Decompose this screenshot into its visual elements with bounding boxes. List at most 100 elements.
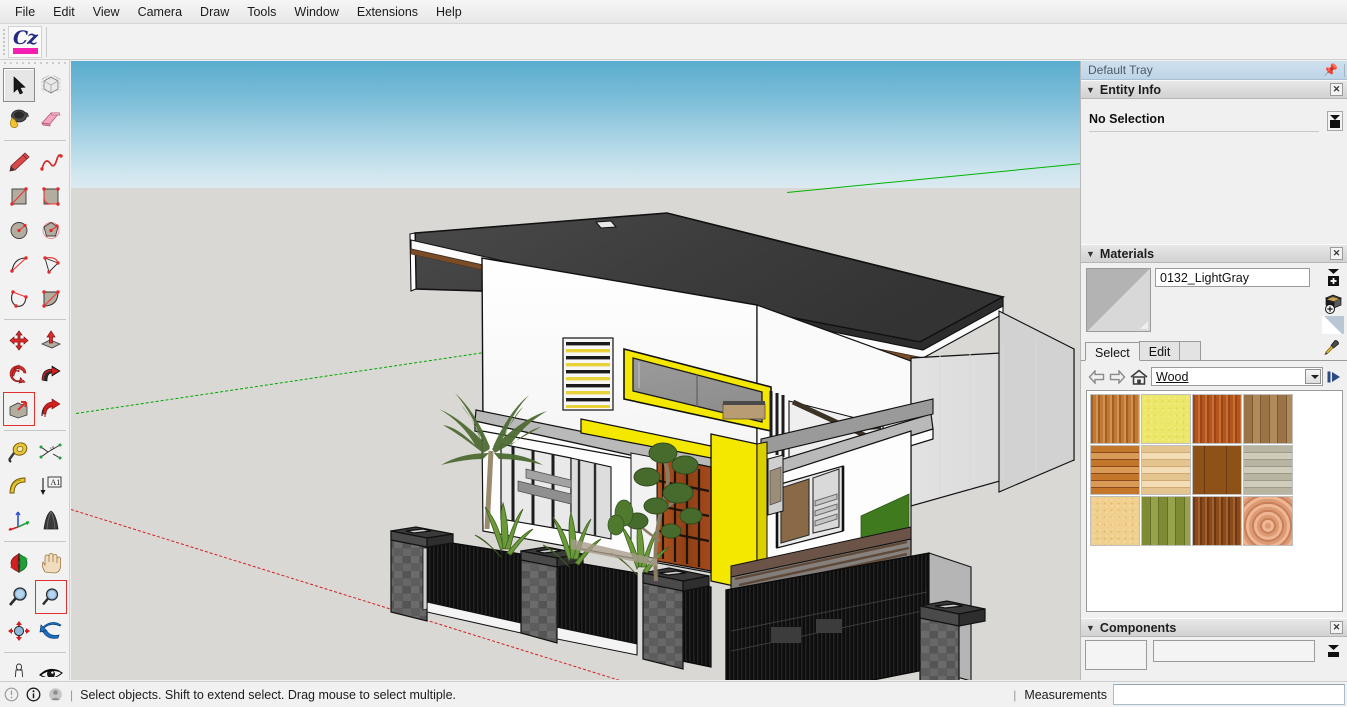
- material-swatch-area[interactable]: [1086, 390, 1343, 612]
- previous-view-tool[interactable]: [35, 614, 67, 648]
- circle-tool[interactable]: [3, 213, 35, 247]
- menu-window[interactable]: Window: [285, 2, 347, 22]
- menu-file[interactable]: File: [6, 2, 44, 22]
- measurements-input[interactable]: [1113, 684, 1345, 705]
- toolbar-separator-4: [3, 537, 67, 546]
- tab-select[interactable]: Select: [1085, 342, 1140, 361]
- extension-logo-button[interactable]: Cz: [8, 26, 42, 58]
- make-component-tool[interactable]: [35, 68, 67, 102]
- select-tool[interactable]: [3, 68, 35, 102]
- material-swatch[interactable]: [1141, 445, 1191, 495]
- line-tool[interactable]: [3, 145, 35, 179]
- eraser-tool[interactable]: [35, 102, 67, 136]
- material-swatch[interactable]: [1243, 394, 1293, 444]
- account-icon[interactable]: [44, 687, 66, 702]
- menu-view[interactable]: View: [84, 2, 129, 22]
- tab-edit[interactable]: Edit: [1138, 341, 1181, 360]
- menu-help[interactable]: Help: [427, 2, 471, 22]
- entity-info-header[interactable]: ▼ Entity Info ✕: [1081, 80, 1347, 99]
- display-secondary-swatch[interactable]: [1322, 316, 1344, 334]
- eraser-icon: [41, 112, 61, 127]
- eyedropper-icon[interactable]: [1324, 339, 1340, 358]
- left-toolbar-grip[interactable]: [0, 60, 70, 67]
- components-close-icon[interactable]: ✕: [1330, 621, 1343, 634]
- rotate-icon: [9, 364, 27, 384]
- components-body: [1081, 637, 1347, 670]
- arrow-left-icon[interactable]: [1086, 367, 1107, 387]
- axes-tool[interactable]: [3, 503, 35, 537]
- freehand-tool[interactable]: [35, 145, 67, 179]
- previous-view-icon: [39, 622, 62, 639]
- material-swatch[interactable]: [1192, 394, 1242, 444]
- rotated-rectangle-tool[interactable]: [35, 179, 67, 213]
- text-tool[interactable]: A1: [35, 469, 67, 503]
- materials-close-icon[interactable]: ✕: [1330, 247, 1343, 260]
- material-swatch[interactable]: [1090, 445, 1140, 495]
- push-pull-tool[interactable]: [35, 324, 67, 358]
- arc-tool[interactable]: [3, 247, 35, 281]
- material-swatch[interactable]: [1141, 496, 1191, 546]
- pan-tool[interactable]: [35, 546, 67, 580]
- material-swatch[interactable]: [1090, 496, 1140, 546]
- chevron-down-icon-category[interactable]: [1305, 369, 1321, 384]
- home-icon[interactable]: [1128, 367, 1149, 387]
- current-material-swatch[interactable]: [1086, 268, 1151, 332]
- eyedropper-glyph: [1324, 340, 1339, 356]
- materials-header[interactable]: ▼ Materials ✕: [1081, 244, 1347, 263]
- menu-extensions[interactable]: Extensions: [348, 2, 427, 22]
- create-material-button[interactable]: [1323, 267, 1343, 287]
- entity-expand-button[interactable]: [1327, 111, 1343, 131]
- follow-me-tool[interactable]: [35, 358, 67, 392]
- add-to-model-button[interactable]: [1322, 292, 1344, 314]
- menu-bar: File Edit View Camera Draw Tools Window …: [0, 0, 1347, 24]
- move-arrows-icon: [9, 330, 29, 351]
- details-arrow-icon[interactable]: [1323, 367, 1344, 387]
- orbit-tool[interactable]: [3, 546, 35, 580]
- material-name-input[interactable]: [1155, 268, 1310, 287]
- help-icon[interactable]: [0, 687, 22, 702]
- component-thumbnail[interactable]: [1085, 640, 1147, 670]
- zoom-tool[interactable]: [3, 580, 35, 614]
- three-point-arc-tool[interactable]: [3, 281, 35, 315]
- rectangle-tool[interactable]: [3, 179, 35, 213]
- material-swatch[interactable]: [1141, 394, 1191, 444]
- polygon-tool[interactable]: [35, 213, 67, 247]
- components-header[interactable]: ▼ Components ✕: [1081, 618, 1347, 637]
- dimension-tool[interactable]: ↺: [35, 435, 67, 469]
- protractor-tool[interactable]: [3, 469, 35, 503]
- pin-icon[interactable]: 📌: [1323, 63, 1338, 77]
- zoom-window-tool[interactable]: [35, 580, 67, 614]
- menu-edit[interactable]: Edit: [44, 2, 84, 22]
- material-category-value: Wood: [1156, 369, 1189, 384]
- material-swatch-container: [1085, 390, 1344, 612]
- rotate-tool[interactable]: [3, 358, 35, 392]
- menu-draw[interactable]: Draw: [191, 2, 238, 22]
- svg-text:↺: ↺: [50, 446, 54, 452]
- entity-info-close-icon[interactable]: ✕: [1330, 83, 1343, 96]
- pie-tool[interactable]: [35, 281, 67, 315]
- left-toolbar: ↺ A1: [0, 60, 70, 683]
- scale-tool[interactable]: [3, 392, 35, 426]
- two-point-arc-tool[interactable]: [35, 247, 67, 281]
- material-swatch[interactable]: [1243, 445, 1293, 495]
- offset-tool[interactable]: [35, 392, 67, 426]
- paint-bucket-tool[interactable]: [3, 102, 35, 136]
- arrow-right-icon[interactable]: [1107, 367, 1128, 387]
- zoom-extents-tool[interactable]: [3, 614, 35, 648]
- tape-measure-tool[interactable]: [3, 435, 35, 469]
- component-options-button[interactable]: [1323, 640, 1343, 660]
- menu-camera[interactable]: Camera: [129, 2, 191, 22]
- material-category-select[interactable]: Wood: [1151, 367, 1323, 386]
- component-name-field[interactable]: [1153, 640, 1315, 662]
- material-swatch[interactable]: [1192, 496, 1242, 546]
- toolbar-grip[interactable]: [2, 27, 7, 57]
- menu-tools[interactable]: Tools: [238, 2, 285, 22]
- drawing-area[interactable]: [71, 61, 1080, 680]
- material-swatch[interactable]: [1243, 496, 1293, 546]
- move-tool[interactable]: [3, 324, 35, 358]
- material-swatch[interactable]: [1090, 394, 1140, 444]
- home-glyph: [1130, 369, 1147, 385]
- material-swatch[interactable]: [1192, 445, 1242, 495]
- info-icon[interactable]: [22, 687, 44, 702]
- three-d-text-tool[interactable]: [35, 503, 67, 537]
